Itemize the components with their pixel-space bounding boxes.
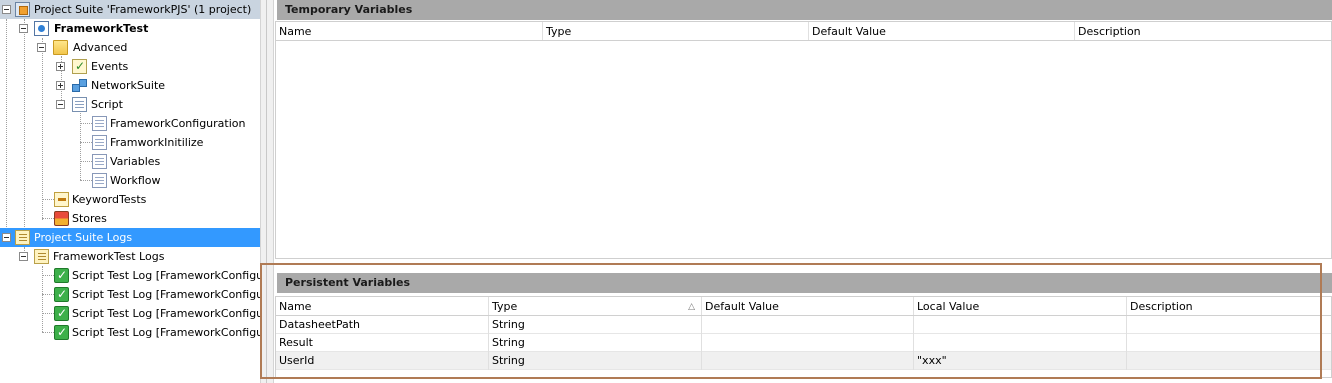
network-suite-icon (72, 78, 87, 93)
column-header-description[interactable]: Description (1074, 22, 1332, 40)
project-icon (34, 21, 49, 36)
collapse-toggle[interactable] (19, 252, 28, 261)
logs-icon (34, 249, 49, 264)
tree-node-label: FrameworkConfiguration (110, 117, 246, 130)
tree-node-project-logs[interactable]: FrameworkTest Logs (0, 247, 260, 266)
passed-check-icon (54, 285, 69, 304)
column-header-type[interactable]: Type (542, 22, 808, 40)
tree-node-label: Project Suite 'FrameworkPJS' (1 project) (34, 3, 252, 16)
tree-node-label: Script Test Log [FrameworkConfiguration] (72, 269, 260, 282)
passed-check-icon (54, 304, 69, 323)
cell-name[interactable]: DatasheetPath (276, 316, 488, 334)
tree-node-script-unit[interactable]: Variables (0, 152, 260, 171)
tree-node-label: Script Test Log [FrameworkConfiguration] (72, 326, 260, 339)
collapse-toggle[interactable] (19, 24, 28, 33)
column-header-name[interactable]: Name (276, 22, 542, 40)
events-icon (72, 57, 87, 76)
grid-header-row: Name Type Default Value Description (276, 22, 1331, 41)
tree-node-label: Variables (110, 155, 161, 168)
passed-check-icon (54, 323, 69, 342)
tree-node-label: Events (91, 60, 129, 73)
cell-type[interactable]: String (488, 352, 701, 370)
tree-node-label: Advanced (73, 41, 128, 54)
keyword-tests-icon (54, 192, 69, 207)
passed-check-icon (54, 266, 69, 285)
cell-local-value[interactable]: "xxx" (913, 352, 1126, 370)
collapse-toggle[interactable] (2, 5, 11, 14)
script-unit-icon (92, 135, 107, 150)
script-icon (72, 97, 87, 112)
column-header-local-value[interactable]: Local Value (913, 297, 1126, 315)
tree-node-label: FramworkInitilize (110, 136, 204, 149)
logs-icon (15, 230, 30, 245)
tree-node-project-suite[interactable]: Project Suite 'FrameworkPJS' (1 project) (0, 0, 260, 19)
temporary-variables-header: Temporary Variables (277, 0, 1332, 20)
cell-description[interactable] (1126, 316, 1332, 334)
tree-node-advanced[interactable]: Advanced (0, 38, 260, 57)
cell-default-value[interactable] (701, 316, 913, 334)
tree-node-script[interactable]: Script (0, 95, 260, 114)
tree-node-project[interactable]: FrameworkTest (0, 19, 260, 38)
script-unit-icon (92, 154, 107, 169)
column-header-default-value[interactable]: Default Value (808, 22, 1074, 40)
table-row[interactable]: UserId String "xxx" (276, 352, 1331, 370)
tree-node-label: NetworkSuite (91, 79, 166, 92)
persistent-variables-grid[interactable]: Name Type △ Default Value Local Value De… (275, 296, 1332, 378)
stores-icon (54, 211, 69, 226)
tree-node-stores[interactable]: Stores (0, 209, 260, 228)
column-header-label: Type (492, 300, 518, 313)
persistent-variables-header: Persistent Variables (277, 273, 1332, 293)
tree-node-script-unit[interactable]: FramworkInitilize (0, 133, 260, 152)
grid-header-row: Name Type △ Default Value Local Value De… (276, 297, 1331, 316)
tree-node-log-item[interactable]: Script Test Log [FrameworkConfiguration] (0, 285, 260, 304)
cell-local-value[interactable] (913, 334, 1126, 352)
temporary-variables-grid[interactable]: Name Type Default Value Description (275, 21, 1332, 259)
script-unit-icon (92, 116, 107, 131)
sort-ascending-icon: △ (688, 302, 695, 312)
cell-name[interactable]: UserId (276, 352, 488, 370)
panel-splitter[interactable] (260, 0, 274, 383)
tree-node-events[interactable]: Events (0, 57, 260, 76)
tree-node-log-item[interactable]: Script Test Log [FrameworkConfiguration] (0, 323, 260, 342)
cell-local-value[interactable] (913, 316, 1126, 334)
cell-type[interactable]: String (488, 316, 701, 334)
tree-node-label: Workflow (110, 174, 161, 187)
tree-node-log-item[interactable]: Script Test Log [FrameworkConfiguration] (0, 266, 260, 285)
column-header-description[interactable]: Description (1126, 297, 1332, 315)
script-unit-icon (92, 173, 107, 188)
project-suite-icon (15, 2, 30, 17)
cell-default-value[interactable] (701, 352, 913, 370)
tree-node-network-suite[interactable]: NetworkSuite (0, 76, 260, 95)
tree-node-label: Project Suite Logs (34, 231, 133, 244)
column-header-default-value[interactable]: Default Value (701, 297, 913, 315)
tree-node-label: Stores (72, 212, 107, 225)
folder-open-icon (53, 40, 68, 55)
tree-node-label: KeywordTests (72, 193, 147, 206)
tree-node-log-item[interactable]: Script Test Log [FrameworkConfiguration] (0, 304, 260, 323)
tree-node-keyword-tests[interactable]: KeywordTests (0, 190, 260, 209)
tree-node-label: FrameworkTest Logs (53, 250, 165, 263)
tree-node-label: Script Test Log [FrameworkConfiguration] (72, 307, 260, 320)
tree-node-label: Script (91, 98, 123, 111)
column-header-name[interactable]: Name (276, 297, 488, 315)
tree-node-label: Script Test Log [FrameworkConfiguration] (72, 288, 260, 301)
cell-description[interactable] (1126, 352, 1332, 370)
expand-toggle[interactable] (56, 81, 65, 90)
cell-type[interactable]: String (488, 334, 701, 352)
expand-toggle[interactable] (56, 62, 65, 71)
column-header-type[interactable]: Type △ (488, 297, 701, 315)
table-row[interactable]: Result String (276, 334, 1331, 352)
tree-node-script-unit[interactable]: Workflow (0, 171, 260, 190)
cell-default-value[interactable] (701, 334, 913, 352)
cell-description[interactable] (1126, 334, 1332, 352)
tree-node-suite-logs[interactable]: Project Suite Logs (0, 228, 260, 247)
tree-node-label: FrameworkTest (54, 22, 149, 35)
collapse-toggle[interactable] (2, 233, 11, 242)
table-row[interactable]: DatasheetPath String (276, 316, 1331, 334)
tree-node-script-unit[interactable]: FrameworkConfiguration (0, 114, 260, 133)
collapse-toggle[interactable] (37, 43, 46, 52)
collapse-toggle[interactable] (56, 100, 65, 109)
cell-name[interactable]: Result (276, 334, 488, 352)
project-explorer-tree: Project Suite 'FrameworkPJS' (1 project)… (0, 0, 260, 383)
